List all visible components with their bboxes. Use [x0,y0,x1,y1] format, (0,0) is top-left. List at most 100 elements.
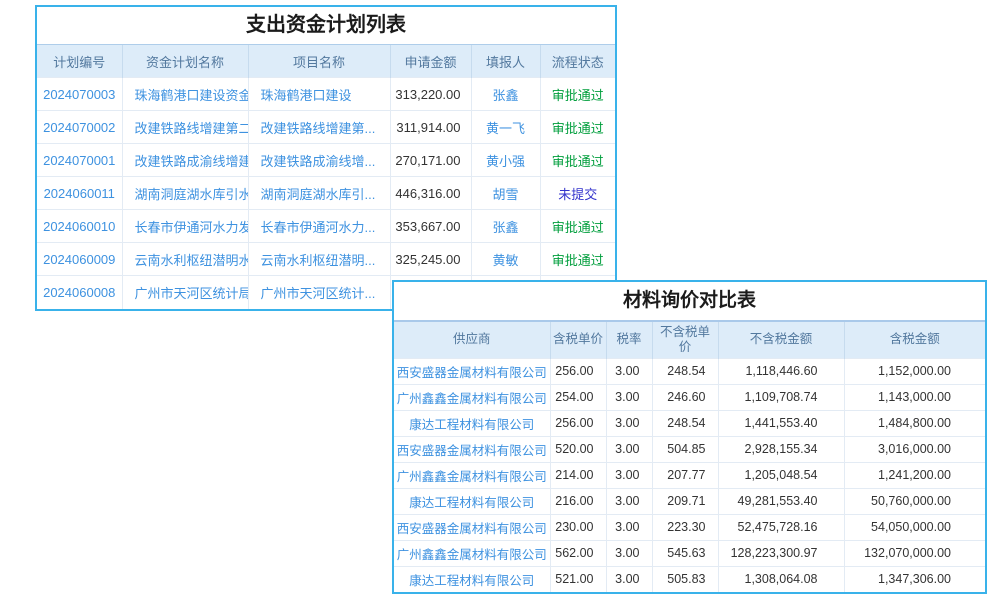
project-name: 湖南洞庭湖水库引... [248,177,390,210]
unit-price-with-tax: 562.00 [550,540,606,566]
amount-without-tax: 1,205,048.54 [718,462,844,488]
expense-table-row: 2024070003珠海鹤港口建设资金...珠海鹤港口建设313,220.00张… [37,78,615,111]
unit-price-without-tax: 505.83 [652,566,718,592]
supplier-name[interactable]: 康达工程材料有限公司 [394,410,550,436]
apply-amount: 270,171.00 [390,144,471,177]
supplier-name[interactable]: 康达工程材料有限公司 [394,566,550,592]
amount-with-tax: 1,143,000.00 [844,384,985,410]
material-table-row: 广州鑫鑫金属材料有限公司214.003.00207.771,205,048.54… [394,462,985,488]
supplier-name[interactable]: 广州鑫鑫金属材料有限公司 [394,540,550,566]
expense-col-header-amount: 申请金额 [390,45,471,78]
material-table-row: 康达工程材料有限公司256.003.00248.541,441,553.401,… [394,410,985,436]
fund-plan-name: 湖南洞庭湖水库引水... [122,177,248,210]
tax-rate: 3.00 [606,410,652,436]
reporter-name: 黄敏 [471,243,540,276]
material-col-header-amount-without-tax: 不含税金额 [718,321,844,358]
unit-price-with-tax: 216.00 [550,488,606,514]
expense-table-row: 2024070001改建铁路成渝线增建...改建铁路成渝线增...270,171… [37,144,615,177]
supplier-name[interactable]: 西安盛器金属材料有限公司 [394,436,550,462]
amount-without-tax: 49,281,553.40 [718,488,844,514]
material-table-row: 西安盛器金属材料有限公司520.003.00504.852,928,155.34… [394,436,985,462]
expense-plan-table-title: 支出资金计划列表 [37,7,615,44]
fund-plan-name: 珠海鹤港口建设资金... [122,78,248,111]
amount-without-tax: 2,928,155.34 [718,436,844,462]
supplier-name[interactable]: 西安盛器金属材料有限公司 [394,514,550,540]
amount-with-tax: 1,152,000.00 [844,358,985,384]
amount-without-tax: 128,223,300.97 [718,540,844,566]
expense-plan-table: 计划编号资金计划名称项目名称申请金额填报人流程状态 2024070003珠海鹤港… [37,44,615,309]
unit-price-without-tax: 207.77 [652,462,718,488]
expense-plan-table-card: 支出资金计划列表 计划编号资金计划名称项目名称申请金额填报人流程状态 20240… [35,5,617,311]
expense-table-row: 2024060009云南水利枢纽潜明水...云南水利枢纽潜明...325,245… [37,243,615,276]
amount-with-tax: 3,016,000.00 [844,436,985,462]
tax-rate: 3.00 [606,488,652,514]
supplier-name[interactable]: 广州鑫鑫金属材料有限公司 [394,462,550,488]
material-table-row: 广州鑫鑫金属材料有限公司562.003.00545.63128,223,300.… [394,540,985,566]
supplier-name[interactable]: 广州鑫鑫金属材料有限公司 [394,384,550,410]
unit-price-with-tax: 521.00 [550,566,606,592]
expense-table-row: 2024060011湖南洞庭湖水库引水...湖南洞庭湖水库引...446,316… [37,177,615,210]
project-name: 长春市伊通河水力... [248,210,390,243]
unit-price-with-tax: 256.00 [550,358,606,384]
material-table-row: 西安盛器金属材料有限公司230.003.00223.3052,475,728.1… [394,514,985,540]
apply-amount: 446,316.00 [390,177,471,210]
apply-amount: 313,220.00 [390,78,471,111]
fund-plan-name: 长春市伊通河水力发... [122,210,248,243]
apply-amount: 311,914.00 [390,111,471,144]
amount-with-tax: 54,050,000.00 [844,514,985,540]
unit-price-with-tax: 230.00 [550,514,606,540]
unit-price-without-tax: 223.30 [652,514,718,540]
tax-rate: 3.00 [606,514,652,540]
plan-id-link[interactable]: 2024060011 [37,177,122,210]
workflow-status: 审批通过 [540,144,615,177]
reporter-name: 胡雪 [471,177,540,210]
unit-price-without-tax: 209.71 [652,488,718,514]
expense-plan-header-row: 计划编号资金计划名称项目名称申请金额填报人流程状态 [37,45,615,78]
material-table-row: 西安盛器金属材料有限公司256.003.00248.541,118,446.60… [394,358,985,384]
unit-price-with-tax: 254.00 [550,384,606,410]
workflow-status: 审批通过 [540,111,615,144]
material-inquiry-header-row: 供应商含税单价税率不含税单价不含税金额含税金额 [394,321,985,358]
amount-without-tax: 52,475,728.16 [718,514,844,540]
project-name: 云南水利枢纽潜明... [248,243,390,276]
material-table-row: 康达工程材料有限公司216.003.00209.7149,281,553.405… [394,488,985,514]
workflow-status: 审批通过 [540,243,615,276]
plan-id-link[interactable]: 2024070002 [37,111,122,144]
project-name: 珠海鹤港口建设 [248,78,390,111]
expense-table-row: 2024070002改建铁路线增建第二...改建铁路线增建第...311,914… [37,111,615,144]
apply-amount: 353,667.00 [390,210,471,243]
supplier-name[interactable]: 西安盛器金属材料有限公司 [394,358,550,384]
reporter-name: 张鑫 [471,210,540,243]
reporter-name: 黄一飞 [471,111,540,144]
material-table-row: 广州鑫鑫金属材料有限公司254.003.00246.601,109,708.74… [394,384,985,410]
plan-id-link[interactable]: 2024060008 [37,276,122,309]
material-col-header-supplier-name: 供应商 [394,321,550,358]
plan-id-link[interactable]: 2024060009 [37,243,122,276]
plan-id-link[interactable]: 2024070003 [37,78,122,111]
plan-id-link[interactable]: 2024060010 [37,210,122,243]
material-table-row: 康达工程材料有限公司521.003.00505.831,308,064.081,… [394,566,985,592]
project-name: 改建铁路成渝线增... [248,144,390,177]
tax-rate: 3.00 [606,462,652,488]
amount-without-tax: 1,109,708.74 [718,384,844,410]
amount-without-tax: 1,441,553.40 [718,410,844,436]
unit-price-without-tax: 248.54 [652,358,718,384]
amount-with-tax: 1,484,800.00 [844,410,985,436]
supplier-name[interactable]: 康达工程材料有限公司 [394,488,550,514]
tax-rate: 3.00 [606,540,652,566]
material-inquiry-table: 供应商含税单价税率不含税单价不含税金额含税金额 西安盛器金属材料有限公司256.… [394,320,985,592]
amount-without-tax: 1,308,064.08 [718,566,844,592]
material-col-header-amount-with-tax: 含税金额 [844,321,985,358]
project-name: 改建铁路线增建第... [248,111,390,144]
reporter-name: 张鑫 [471,78,540,111]
expense-col-header-project_name: 项目名称 [248,45,390,78]
unit-price-without-tax: 248.54 [652,410,718,436]
apply-amount: 325,245.00 [390,243,471,276]
expense-col-header-status: 流程状态 [540,45,615,78]
fund-plan-name: 改建铁路线增建第二... [122,111,248,144]
expense-col-header-plan_name: 资金计划名称 [122,45,248,78]
unit-price-without-tax: 246.60 [652,384,718,410]
tax-rate: 3.00 [606,384,652,410]
plan-id-link[interactable]: 2024070001 [37,144,122,177]
amount-with-tax: 1,347,306.00 [844,566,985,592]
